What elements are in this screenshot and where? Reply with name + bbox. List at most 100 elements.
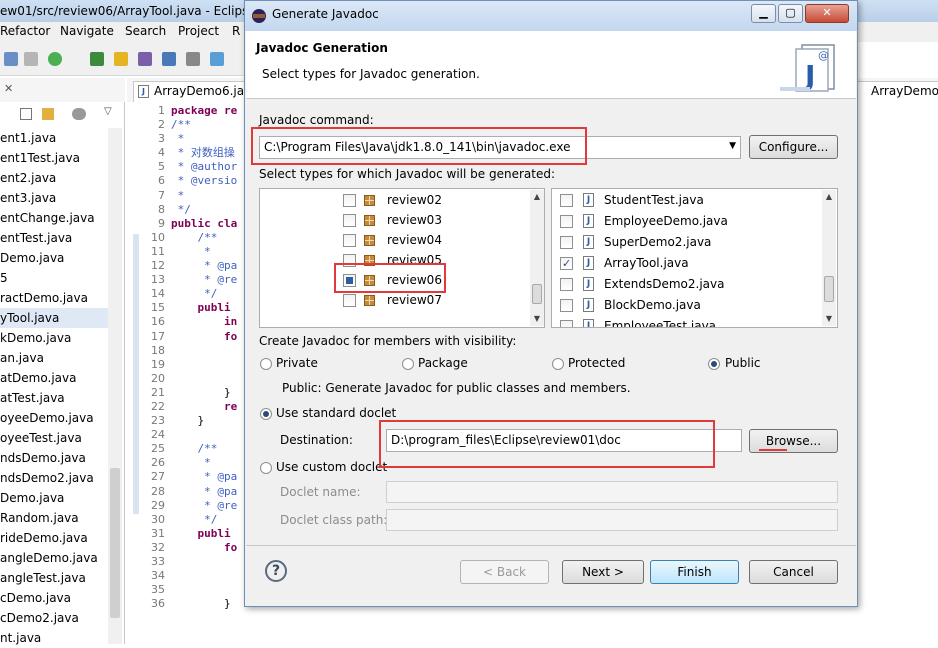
package-row-review03[interactable]: review03 [260, 210, 528, 230]
package-explorer-item[interactable]: oyeeDemo.java [0, 408, 108, 428]
package-checkbox[interactable] [343, 294, 356, 307]
package-checkbox[interactable] [343, 274, 356, 287]
open-type-icon[interactable] [138, 52, 152, 66]
code-line[interactable]: */ [171, 203, 245, 217]
doclet-name-input[interactable] [386, 481, 838, 503]
package-explorer-item[interactable]: atTest.java [0, 388, 108, 408]
standard-doclet-label[interactable]: Use standard doclet [276, 406, 396, 420]
code-line[interactable] [171, 555, 245, 569]
package-explorer-item[interactable]: Random.java [0, 508, 108, 528]
package-checkbox[interactable] [343, 214, 356, 227]
package-explorer-item[interactable]: kDemo.java [0, 328, 108, 348]
type-row[interactable]: J StudentTest.java [552, 190, 820, 210]
link-editor-icon[interactable] [42, 108, 54, 120]
radio-public-label[interactable]: Public [725, 356, 761, 370]
radio-package-label[interactable]: Package [418, 356, 468, 370]
type-row[interactable]: J EmployeeDemo.java [552, 211, 820, 231]
scroll-up-icon[interactable]: ▲ [530, 190, 544, 204]
radio-package[interactable] [402, 358, 414, 370]
scroll-up-icon[interactable]: ▲ [822, 190, 836, 204]
code-line[interactable] [171, 372, 245, 386]
filter-icon[interactable] [72, 108, 86, 120]
type-list-scrollbar[interactable]: ▲ ▼ [822, 190, 836, 326]
code-line[interactable]: } [171, 414, 245, 428]
code-line[interactable]: * [171, 132, 245, 146]
scroll-thumb[interactable] [532, 284, 542, 304]
task-icon[interactable] [186, 52, 200, 66]
code-line[interactable]: /** [171, 118, 245, 132]
radio-private[interactable] [260, 358, 272, 370]
type-checkbox[interactable] [560, 278, 573, 291]
type-row[interactable]: J ExtendsDemo2.java [552, 274, 820, 294]
close-icon[interactable]: ✕ [4, 82, 13, 95]
code-line[interactable]: * @pa [171, 259, 245, 273]
package-explorer-item[interactable]: ent1.java [0, 128, 108, 148]
editor-tab-arraydemo6[interactable]: J ArrayDemo6.ja [133, 81, 245, 102]
radio-standard-doclet[interactable] [260, 408, 272, 420]
code-line[interactable]: * [171, 456, 245, 470]
package-checkbox[interactable] [343, 194, 356, 207]
menu-navigate[interactable]: Navigate [60, 24, 114, 38]
radio-protected[interactable] [552, 358, 564, 370]
code-line[interactable] [171, 583, 245, 597]
package-tree-scrollbar[interactable]: ▲ ▼ [530, 190, 544, 326]
package-explorer-item[interactable]: an.java [0, 348, 108, 368]
menu-project[interactable]: Project [178, 24, 219, 38]
type-checkbox[interactable] [560, 215, 573, 228]
code-line[interactable]: */ [171, 287, 245, 301]
scroll-down-icon[interactable]: ▼ [530, 312, 544, 326]
type-row[interactable]: J EmployeeTest.java [552, 316, 820, 327]
package-explorer-item[interactable]: cDemo.java [0, 588, 108, 608]
type-list[interactable]: J StudentTest.java J EmployeeDemo.java J Supe… [551, 188, 838, 328]
package-explorer-item[interactable]: entChange.java [0, 208, 108, 228]
package-explorer-item[interactable]: ndsDemo2.java [0, 468, 108, 488]
javadoc-command-combo[interactable]: C:\Program Files\Java\jdk1.8.0_141\bin\j… [259, 136, 741, 159]
scroll-thumb[interactable] [110, 468, 120, 618]
code-line[interactable]: */ [171, 513, 245, 527]
menu-search[interactable]: Search [125, 24, 166, 38]
help-icon[interactable]: ? [265, 560, 287, 582]
code-line[interactable]: * 对数组操 [171, 146, 245, 160]
code-line[interactable]: /** [171, 231, 245, 245]
next-button[interactable]: Next > [562, 560, 644, 584]
package-row-review05[interactable]: review05 [260, 250, 528, 270]
code-line[interactable] [171, 344, 245, 358]
code-line[interactable]: in [171, 315, 245, 329]
code-line[interactable] [171, 358, 245, 372]
package-explorer-item[interactable]: oyeeTest.java [0, 428, 108, 448]
search-icon[interactable] [210, 52, 224, 66]
new-icon[interactable] [48, 52, 62, 66]
package-row-review04[interactable]: review04 [260, 230, 528, 250]
package-checkbox[interactable] [343, 254, 356, 267]
package-checkbox[interactable] [343, 234, 356, 247]
package-explorer-item[interactable]: ent3.java [0, 188, 108, 208]
code-line[interactable]: publi [171, 527, 245, 541]
type-row[interactable]: J SuperDemo2.java [552, 232, 820, 252]
view-menu-icon[interactable]: ▽ [104, 106, 112, 117]
package-row-review07[interactable]: review07 [260, 290, 528, 310]
code-line[interactable]: * @versio [171, 174, 245, 188]
package-explorer-item[interactable]: entTest.java [0, 228, 108, 248]
code-line[interactable] [171, 569, 245, 583]
code-line[interactable]: * @re [171, 273, 245, 287]
type-row[interactable]: J BlockDemo.java [552, 295, 820, 315]
configure-button[interactable]: Configure... [749, 135, 838, 159]
finish-button[interactable]: Finish [650, 560, 739, 584]
code-line[interactable]: re [171, 400, 245, 414]
package-explorer-item[interactable]: Demo.java [0, 248, 108, 268]
close-button[interactable]: ✕ [805, 4, 849, 23]
editor-tab-arraydemo2[interactable]: ArrayDemo2 [856, 81, 938, 102]
chevron-down-icon[interactable]: ▼ [729, 141, 736, 151]
package-explorer-item[interactable]: angleTest.java [0, 568, 108, 588]
radio-protected-label[interactable]: Protected [568, 356, 625, 370]
package-explorer-item[interactable]: ractDemo.java [0, 288, 108, 308]
code-editor[interactable]: 1 2 3 4 5 6 7 8 9 10 11 12 13 14 15 16 17 18 19 20 21 22 23 24 2… [127, 104, 245, 644]
destination-input[interactable]: D:\program_files\Eclipse\review01\doc [386, 429, 742, 452]
code-line[interactable]: * @re [171, 499, 245, 513]
package-explorer-item[interactable]: nt.java [0, 628, 108, 648]
code-line[interactable]: * @author [171, 160, 245, 174]
doclet-classpath-input[interactable] [386, 509, 838, 531]
scroll-thumb[interactable] [824, 276, 834, 302]
code-line[interactable]: * @pa [171, 485, 245, 499]
code-line[interactable]: /** [171, 442, 245, 456]
